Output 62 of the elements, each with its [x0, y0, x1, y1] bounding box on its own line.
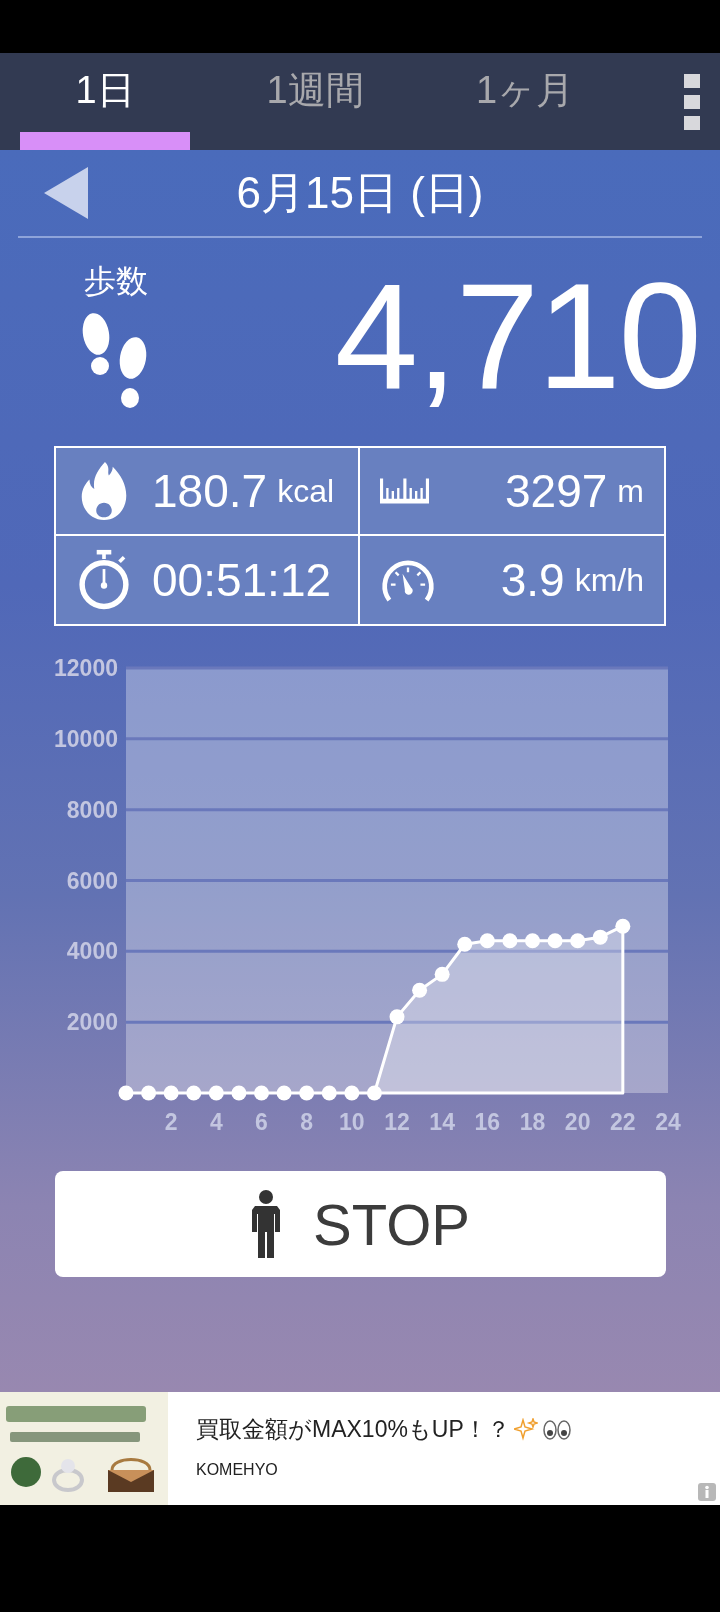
x-tick-label: 14	[429, 1109, 455, 1135]
stat-unit: m	[617, 472, 644, 510]
x-tick-label: 24	[655, 1109, 681, 1135]
y-tick-label: 10000	[54, 725, 118, 752]
data-point	[208, 1085, 224, 1101]
stat-value: 00:51:12	[152, 553, 332, 607]
stopwatch-icon	[76, 549, 132, 611]
tab[interactable]: 1週間	[230, 53, 400, 150]
data-point	[570, 933, 586, 949]
y-tick-label: 12000	[54, 655, 118, 681]
x-tick-label: 22	[610, 1109, 636, 1135]
info-icon[interactable]	[698, 1483, 716, 1501]
advertiser-name: KOMEHYO	[196, 1461, 279, 1479]
data-point	[299, 1085, 315, 1101]
data-point	[186, 1085, 202, 1101]
x-tick-label: 18	[519, 1109, 546, 1135]
data-point	[547, 933, 563, 949]
x-tick-label: 8	[300, 1109, 314, 1135]
data-point	[344, 1085, 360, 1101]
eyes-icon	[541, 1418, 572, 1441]
data-point	[254, 1085, 269, 1101]
x-tick-label: 6	[255, 1109, 268, 1135]
stat-value: 3.9	[500, 553, 565, 607]
data-point	[525, 933, 540, 949]
stat-value: 180.7	[152, 464, 268, 518]
sparkle-icon	[513, 1417, 538, 1442]
data-point	[163, 1085, 179, 1101]
steps-label: 歩数	[84, 262, 148, 301]
x-tick-label: 4	[209, 1109, 223, 1135]
y-tick-label: 8000	[66, 796, 118, 823]
x-tick-label: 10	[339, 1109, 365, 1135]
data-point	[231, 1085, 247, 1101]
data-point	[389, 1009, 405, 1025]
x-tick-label: 2	[164, 1109, 178, 1135]
date-title: 6月15日 (日)	[236, 167, 484, 217]
data-point	[276, 1085, 292, 1101]
data-point	[479, 933, 495, 949]
data-point	[412, 982, 428, 998]
tab[interactable]: 1ヶ月	[440, 53, 610, 150]
data-point	[366, 1085, 382, 1101]
stop-button[interactable]: STOP	[55, 1171, 666, 1277]
y-tick-label: 6000	[66, 867, 118, 894]
data-point	[592, 929, 608, 945]
data-point	[434, 966, 450, 982]
data-point	[615, 918, 631, 934]
data-point	[141, 1085, 157, 1101]
stat-value: 3297	[505, 464, 608, 518]
step-count: 4,710	[334, 261, 700, 411]
data-point	[321, 1085, 337, 1101]
person-icon	[251, 1190, 282, 1258]
y-tick-label: 4000	[66, 938, 118, 965]
y-tick-label: 2000	[66, 1009, 118, 1036]
back-arrow-icon[interactable]	[44, 167, 88, 219]
x-tick-label: 12	[384, 1109, 410, 1135]
data-point	[502, 933, 518, 949]
data-point	[118, 1085, 134, 1101]
x-tick-label: 20	[564, 1109, 591, 1135]
stat-unit: km/h	[574, 561, 644, 599]
ad-headline[interactable]: 買取金額がMAX10%もUP！？	[196, 1414, 510, 1445]
stat-unit: kcal	[277, 472, 335, 510]
data-point	[457, 936, 473, 952]
x-tick-label: 16	[474, 1109, 501, 1135]
